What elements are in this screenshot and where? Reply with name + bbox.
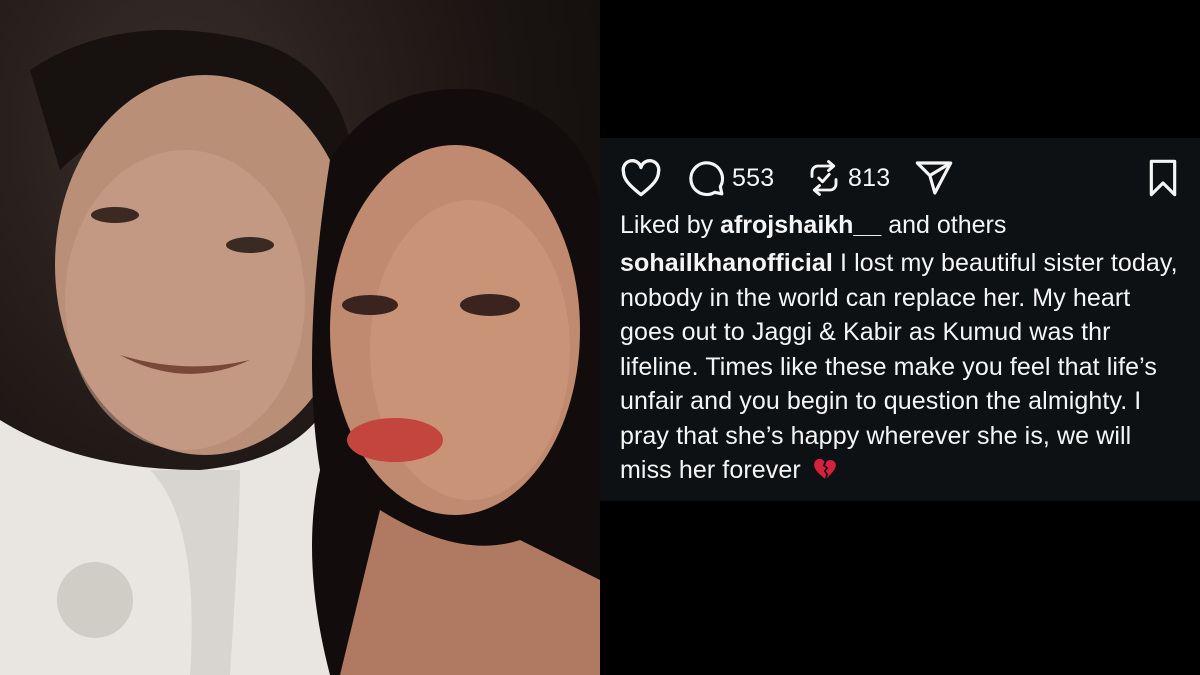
like-button[interactable] xyxy=(620,148,662,208)
liked-by-line: Liked by afrojshaikh__ and others xyxy=(620,208,1180,242)
share-button[interactable] xyxy=(914,148,954,208)
liked-by-suffix[interactable]: and others xyxy=(881,211,1006,239)
caption-text: I lost my beautiful sister today, nobody… xyxy=(620,249,1178,484)
share-icon xyxy=(914,158,954,198)
post-card: 553 813 Liked by afrojshaikh__ and other… xyxy=(600,138,1200,501)
repost-count: 813 xyxy=(848,163,891,192)
heart-icon xyxy=(620,158,662,198)
caption-username-link[interactable]: sohailkhanofficial xyxy=(620,249,833,277)
action-bar: 553 813 xyxy=(620,148,1180,208)
post-caption: sohailkhanofficial I lost my beautiful s… xyxy=(620,246,1190,492)
liked-by-user-link[interactable]: afrojshaikh__ xyxy=(720,211,881,239)
repost-icon xyxy=(806,158,842,198)
comment-icon xyxy=(686,158,726,198)
liked-by-prefix: Liked by xyxy=(620,211,721,239)
bookmark-icon xyxy=(1146,158,1180,198)
broken-heart-icon xyxy=(812,456,838,492)
photo-illustration xyxy=(0,30,600,675)
post-photo xyxy=(0,0,600,675)
save-button[interactable] xyxy=(1146,148,1180,208)
repost-button[interactable]: 813 xyxy=(806,148,890,208)
comment-button[interactable]: 553 xyxy=(686,148,774,208)
comment-count: 553 xyxy=(732,163,775,192)
